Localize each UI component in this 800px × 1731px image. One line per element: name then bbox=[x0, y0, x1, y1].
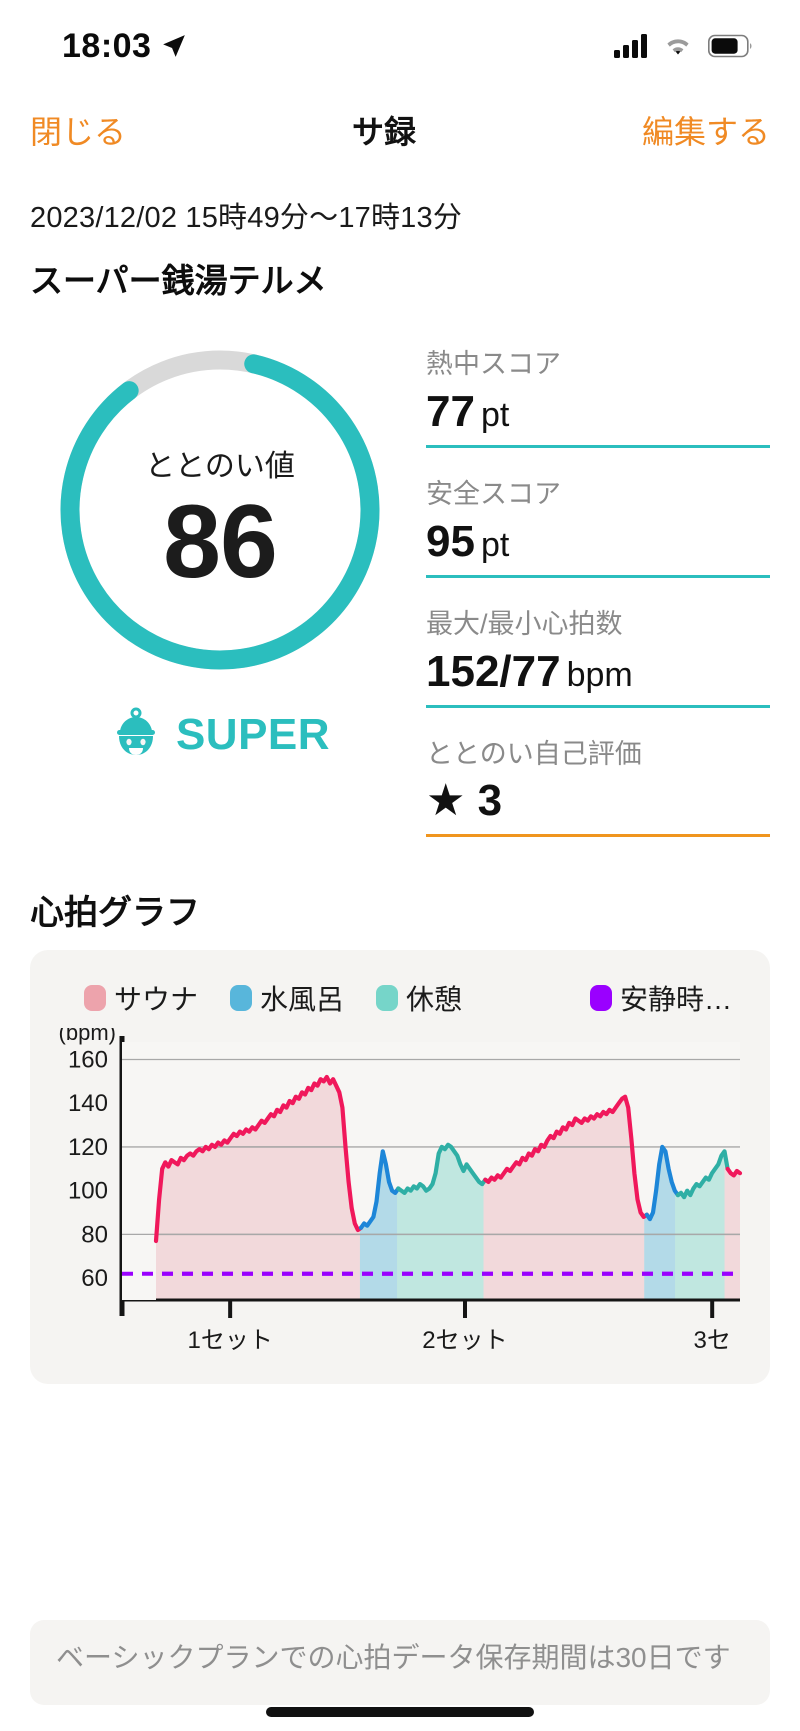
legend-label: 安静時… bbox=[619, 984, 732, 1015]
stat-number: 152/77 bbox=[426, 647, 561, 696]
y-axis-label: (bpm) bbox=[59, 1028, 116, 1045]
stat-max-min-heart-rate: 最大/最小心拍数 152/77 bpm bbox=[426, 602, 770, 716]
stat-underline bbox=[426, 834, 770, 837]
wifi-icon bbox=[662, 34, 694, 58]
x-tick-label: 1セット bbox=[187, 1327, 272, 1354]
score-gauge-column: ととのい値 86 SUPER bbox=[30, 330, 410, 861]
gauge-center-text: ととのい値 86 bbox=[50, 340, 390, 680]
plan-retention-note: ベーシックプランでの心拍データ保存期間は30日です bbox=[30, 1620, 770, 1705]
y-tick-label: 60 bbox=[81, 1265, 108, 1292]
star-rating-value: ★ 3 bbox=[426, 776, 503, 825]
chart-card: サウナ 水風呂 休憩 安静時… 60 80 100 120 140 160 (bpm) 1セッ… bbox=[30, 950, 770, 1384]
legend-label: 水風呂 bbox=[260, 984, 345, 1015]
rank-label: SUPER bbox=[175, 709, 331, 759]
x-tick-label: 2セット bbox=[422, 1327, 507, 1354]
heart-rate-plot-svg: 60 80 100 120 140 160(bpm) 1セット 2セット 3セ bbox=[59, 1028, 743, 1354]
stat-unit: pt bbox=[480, 396, 510, 434]
totonoi-gauge: ととのい値 86 bbox=[50, 340, 390, 680]
stat-unit: bpm bbox=[566, 656, 633, 694]
stats-column: 熱中スコア 77 pt 安全スコア 95 pt 最大/最小心拍数 152/77 bpm… bbox=[426, 330, 770, 861]
legend-color-swatch bbox=[376, 985, 399, 1011]
legend-item-sauna: サウナ bbox=[84, 978, 198, 1018]
stat-self-rating[interactable]: ととのい自己評価 ★ 3 bbox=[426, 732, 770, 845]
heart-rate-plot: 60 80 100 120 140 160 (bpm) 1セット 2セット 3セ bbox=[50, 1028, 750, 1358]
chart-heading: 心拍グラフ bbox=[30, 894, 200, 932]
rank-badge: SUPER bbox=[110, 704, 330, 765]
legend-color-swatch bbox=[230, 985, 253, 1011]
y-tick-label: 80 bbox=[81, 1221, 108, 1248]
stat-number: 95 bbox=[426, 517, 475, 566]
page-title: サ録 bbox=[351, 114, 416, 150]
chart-legend: サウナ 水風呂 休憩 安静時… bbox=[50, 972, 750, 1028]
home-indicator bbox=[266, 1707, 534, 1717]
stat-unit: pt bbox=[480, 526, 510, 564]
cellular-bars-icon bbox=[614, 34, 648, 58]
sauna-hat-character-icon bbox=[110, 704, 162, 765]
legend-color-swatch bbox=[589, 985, 612, 1011]
session-date-range: 2023/12/02 15時49分〜17時13分 bbox=[30, 202, 463, 234]
gauge-value: 86 bbox=[163, 483, 278, 600]
edit-button[interactable]: 編集する bbox=[642, 107, 770, 153]
stat-underline bbox=[426, 705, 770, 708]
status-bar-time: 18:03 bbox=[62, 26, 152, 65]
status-bar: 18:03 bbox=[0, 0, 800, 92]
stat-underline bbox=[426, 445, 770, 448]
stat-underline bbox=[426, 575, 770, 578]
session-info: 2023/12/02 15時49分〜17時13分 スーパー銭湯テルメ bbox=[0, 168, 800, 302]
legend-label: サウナ bbox=[114, 984, 199, 1015]
battery-icon bbox=[708, 34, 754, 58]
nav-bar: 閉じる サ録 編集する bbox=[0, 92, 800, 168]
stat-label: 最大/最小心拍数 bbox=[426, 609, 623, 639]
legend-item-cold-bath: 水風呂 bbox=[230, 978, 344, 1018]
status-bar-left: 18:03 bbox=[62, 27, 187, 66]
stat-number: 77 bbox=[426, 387, 475, 436]
y-tick-label: 160 bbox=[68, 1046, 108, 1073]
x-tick-label: 3セ bbox=[694, 1327, 731, 1354]
summary-section: ととのい値 86 SUPER 熱中スコア 77 pt 安全スコア 95 pt 最… bbox=[0, 302, 800, 861]
y-tick-label: 120 bbox=[68, 1134, 108, 1161]
y-tick-label: 140 bbox=[68, 1090, 108, 1117]
stat-heat-score: 熱中スコア 77 pt bbox=[426, 342, 770, 456]
legend-item-resting-hr: 安静時… bbox=[589, 978, 732, 1018]
legend-color-swatch bbox=[84, 985, 106, 1011]
y-tick-label: 100 bbox=[68, 1178, 108, 1205]
close-button[interactable]: 閉じる bbox=[30, 107, 126, 153]
stat-value: 77 pt bbox=[426, 387, 770, 437]
gauge-label: ととのい値 bbox=[145, 449, 295, 483]
legend-item-rest: 休憩 bbox=[376, 978, 462, 1018]
stat-label: 安全スコア bbox=[426, 479, 561, 509]
stat-label: 熱中スコア bbox=[426, 349, 561, 379]
heart-rate-chart-section: 心拍グラフ サウナ 水風呂 休憩 安静時… 60 80 100 120 140 160 (b… bbox=[0, 861, 800, 1384]
stat-safety-score: 安全スコア 95 pt bbox=[426, 472, 770, 586]
stat-value: 95 pt bbox=[426, 517, 770, 567]
stat-value: 152/77 bpm bbox=[426, 647, 770, 697]
status-bar-right bbox=[614, 34, 754, 58]
legend-label: 休憩 bbox=[406, 984, 463, 1015]
session-venue: スーパー銭湯テルメ bbox=[30, 262, 327, 299]
location-arrow-icon bbox=[161, 33, 187, 59]
stat-label: ととのい自己評価 bbox=[426, 739, 642, 769]
